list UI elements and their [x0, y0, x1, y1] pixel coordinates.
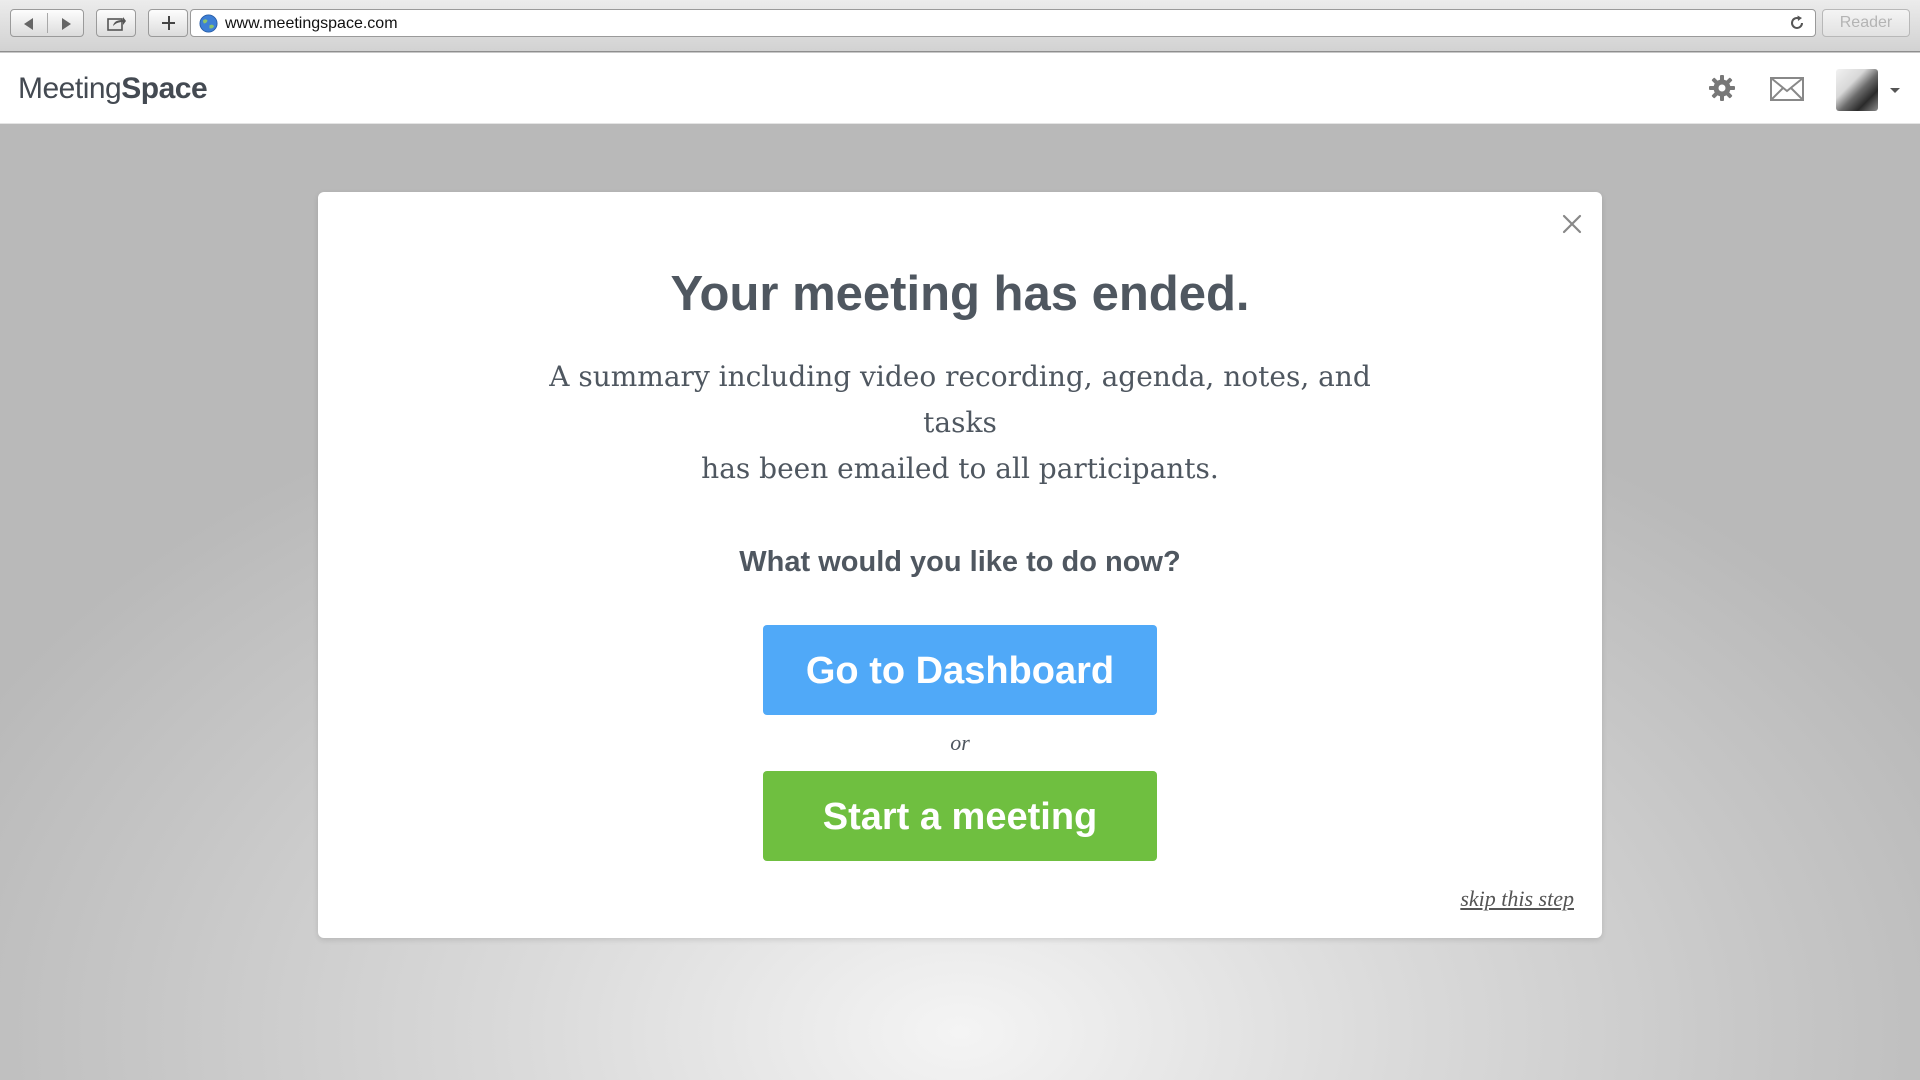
summary-line-2: has been emailed to all participants.: [701, 452, 1219, 485]
chevron-down-icon[interactable]: [1890, 88, 1900, 93]
start-meeting-button[interactable]: Start a meeting: [763, 771, 1157, 861]
forward-icon[interactable]: [62, 18, 71, 30]
globe-icon: [199, 14, 218, 33]
modal-question: What would you like to do now?: [739, 546, 1181, 578]
back-icon[interactable]: [24, 18, 33, 30]
add-icon-vertical: [167, 16, 170, 30]
back-forward-buttons: [10, 9, 84, 37]
address-bar[interactable]: www.meetingspace.com: [190, 9, 1816, 37]
reload-icon[interactable]: [1789, 15, 1805, 31]
browser-toolbar: www.meetingspace.com Reader: [0, 0, 1920, 52]
close-icon[interactable]: [1560, 212, 1584, 236]
mail-icon[interactable]: [1770, 77, 1804, 101]
reader-button[interactable]: Reader: [1822, 9, 1910, 37]
share-button[interactable]: [96, 9, 136, 37]
go-to-dashboard-button[interactable]: Go to Dashboard: [763, 625, 1157, 715]
summary-line-1: A summary including video recording, age…: [549, 360, 1371, 439]
logo-text-bold: Space: [121, 72, 208, 105]
modal-summary: A summary including video recording, age…: [510, 354, 1410, 492]
divider: [47, 13, 48, 33]
logo[interactable]: MeetingSpace: [18, 72, 208, 106]
app-header: MeetingSpace: [0, 53, 1920, 124]
logo-text-light: Meeting: [18, 72, 122, 105]
gear-icon[interactable]: [1708, 74, 1736, 102]
avatar[interactable]: [1836, 69, 1878, 111]
new-tab-button[interactable]: [148, 9, 188, 37]
share-icon: [107, 17, 126, 31]
skip-this-step-link[interactable]: skip this step: [1460, 886, 1574, 912]
or-separator: or: [950, 730, 970, 755]
meeting-ended-modal: Your meeting has ended. A summary includ…: [318, 192, 1602, 938]
url-text: www.meetingspace.com: [225, 15, 398, 32]
modal-title: Your meeting has ended.: [670, 267, 1250, 321]
